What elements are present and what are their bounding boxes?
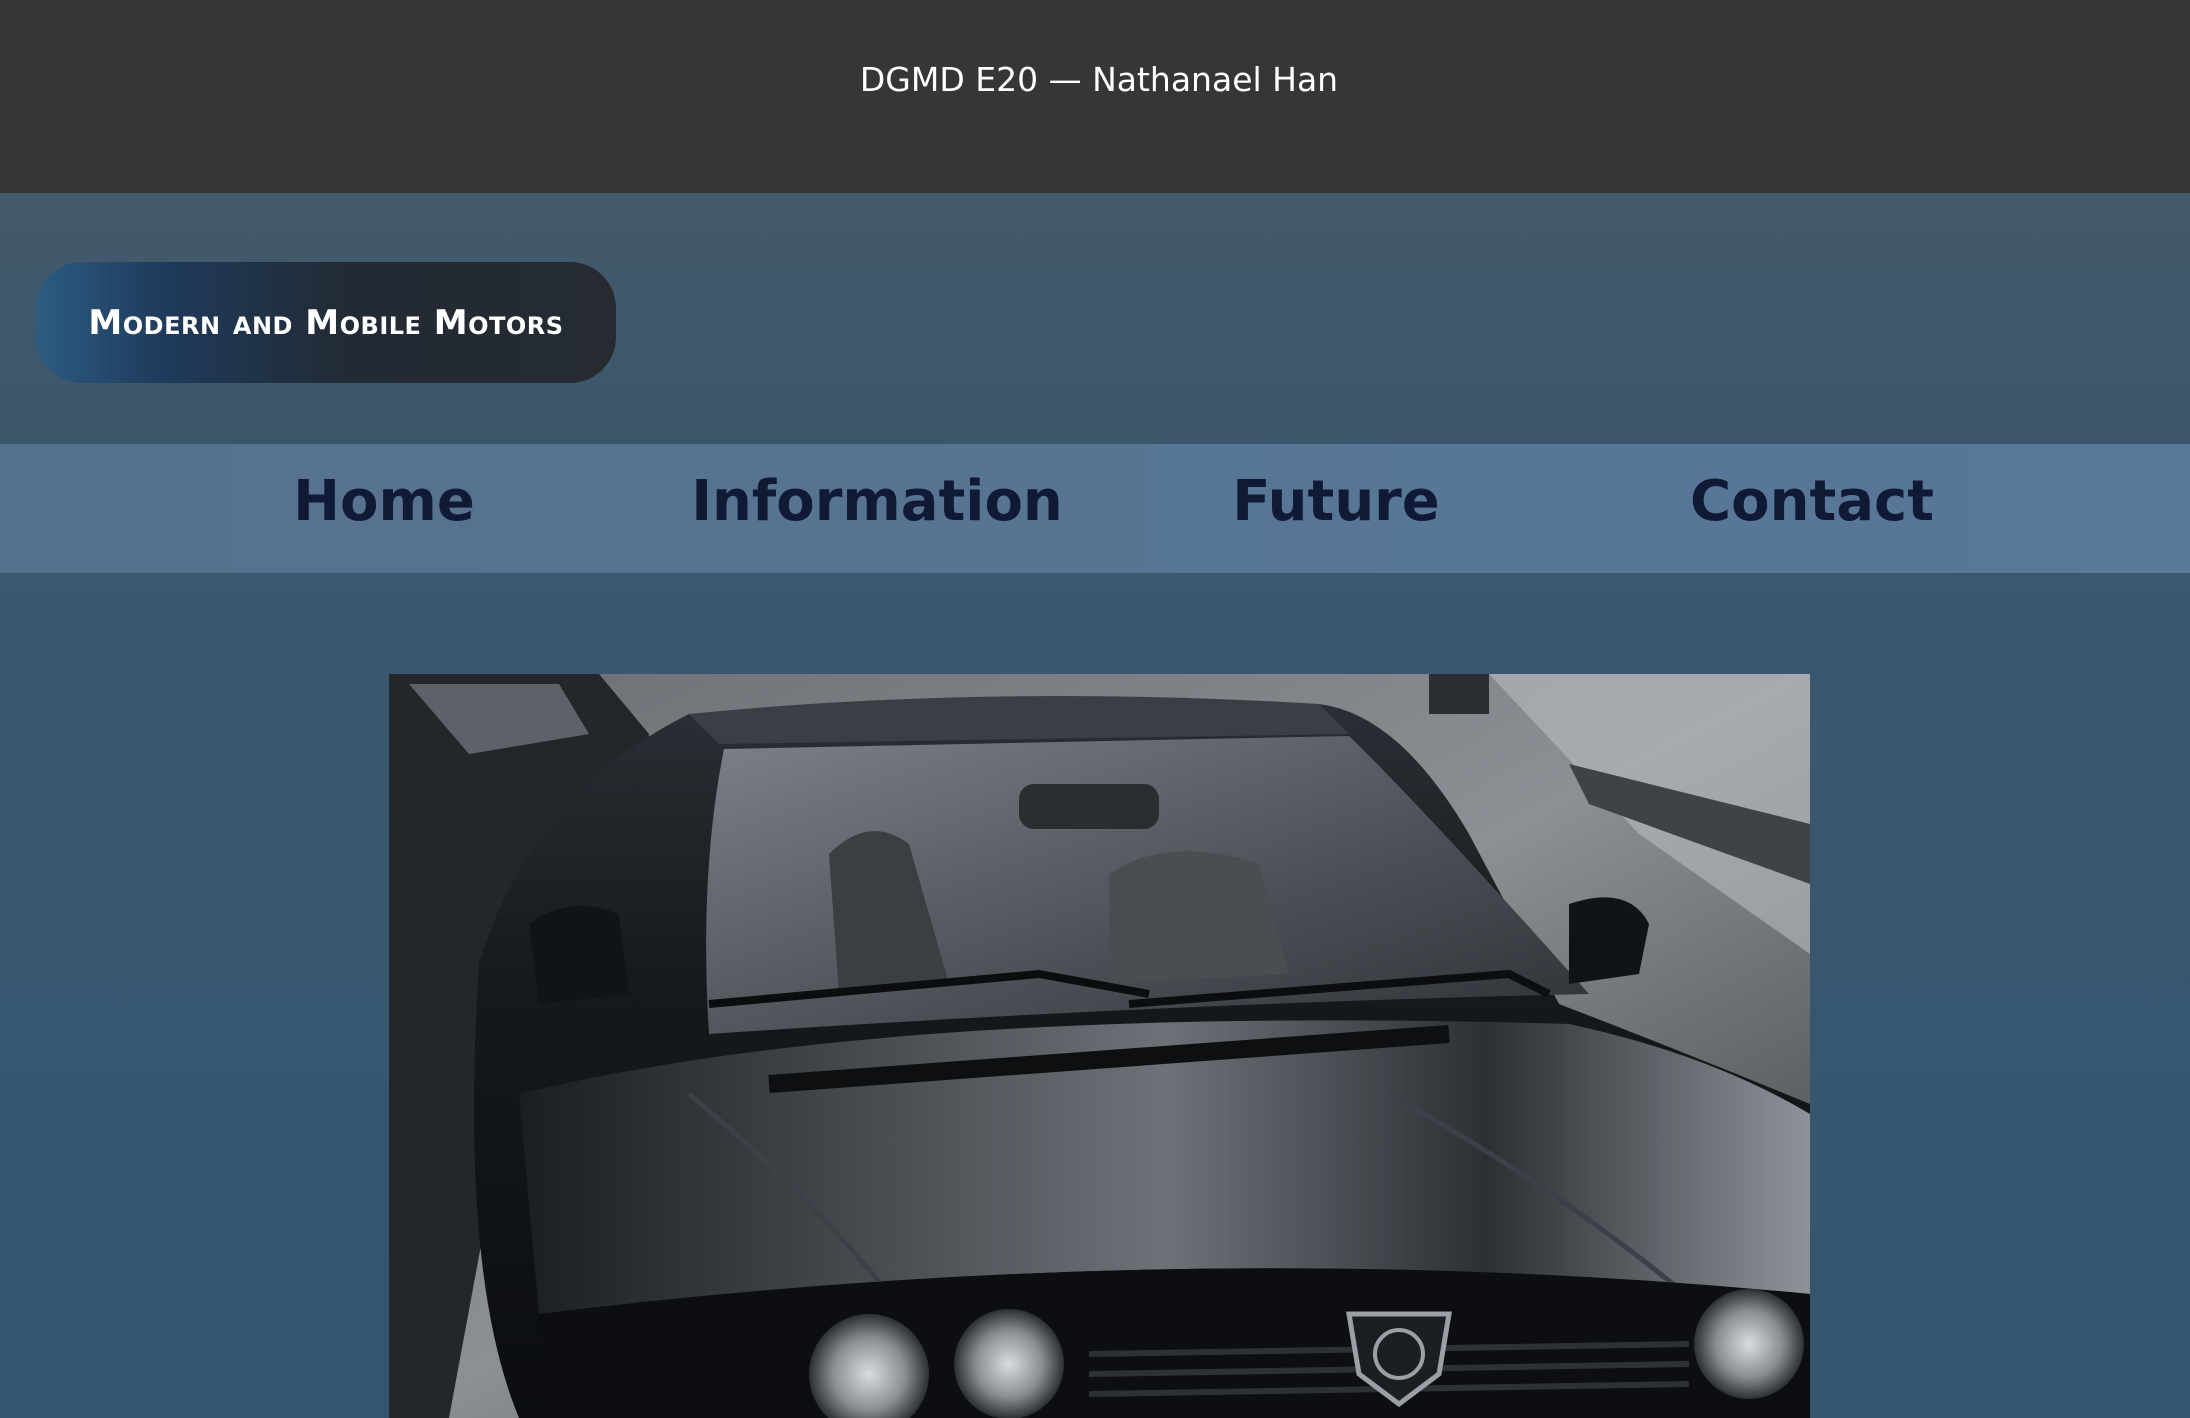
site-header: Modern and Mobile Motors	[0, 193, 2190, 444]
nav-item-home[interactable]: Home	[293, 469, 475, 534]
nav-item-contact[interactable]: Contact	[1690, 469, 1934, 534]
brand-logo-pill[interactable]: Modern and Mobile Motors	[36, 262, 616, 383]
top-banner: DGMD E20 — Nathanael Han	[0, 0, 2190, 193]
hero-car-image	[389, 674, 1810, 1418]
nav-item-future[interactable]: Future	[1232, 469, 1440, 534]
banner-title: DGMD E20 — Nathanael Han	[859, 60, 1339, 99]
nav-item-information[interactable]: Information	[691, 469, 1063, 534]
brand-name: Modern and Mobile Motors	[88, 302, 564, 343]
main-nav: Home Information Future Contact	[0, 444, 2190, 573]
